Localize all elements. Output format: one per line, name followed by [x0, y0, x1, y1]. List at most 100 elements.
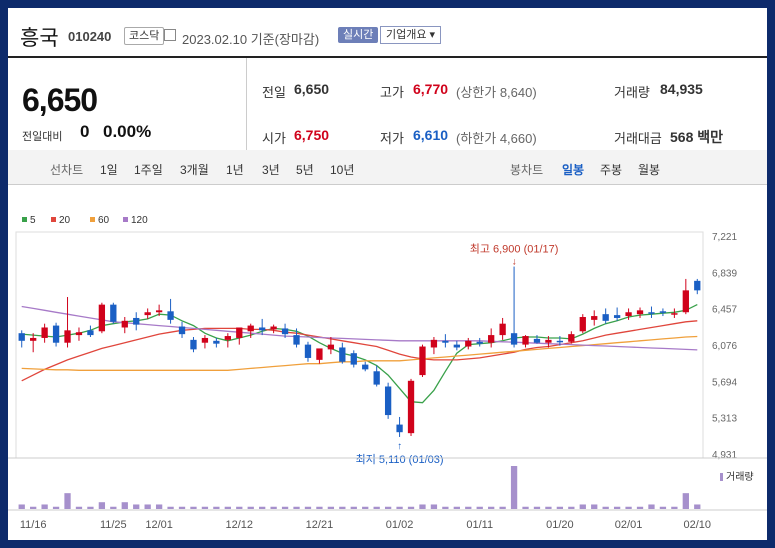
legend-label: 120: [131, 215, 148, 226]
period-10y[interactable]: 10년: [330, 161, 354, 178]
change-percent: 0.00%: [103, 122, 152, 141]
candle-body: [568, 334, 575, 342]
volume-bar: [236, 506, 243, 509]
candle-body: [98, 304, 106, 332]
candle-body: [224, 336, 231, 340]
candle-body: [304, 344, 312, 358]
candle-weekly[interactable]: 주봉: [600, 161, 622, 178]
candle-body: [682, 290, 689, 313]
volume-bar: [648, 504, 655, 509]
period-3m[interactable]: 3개월: [180, 161, 209, 178]
market-badge: 코스닥: [124, 27, 165, 45]
candle-body: [671, 313, 678, 315]
candle-body: [87, 330, 94, 336]
candle-body: [190, 339, 197, 350]
stock-name: 흥국: [20, 27, 59, 50]
candle-body: [407, 380, 415, 434]
candle-body: [648, 312, 655, 314]
candle-body: [316, 348, 323, 360]
realtime-button[interactable]: 실시간: [338, 27, 379, 43]
candle-body: [453, 344, 460, 348]
volume-bar: [98, 502, 106, 509]
stock-code: 010240: [68, 29, 112, 44]
candle-body: [545, 339, 552, 343]
volume-bar: [556, 506, 564, 509]
high-number: 6,770: [413, 81, 449, 97]
basis-text: 기준(장마감): [250, 32, 320, 47]
volume-bar: [476, 506, 483, 509]
candle-body: [533, 338, 541, 343]
min-annotation: 최저 5,110 (01/03): [356, 453, 444, 466]
candle-body: [694, 280, 701, 291]
y-tick-label: 4,931: [712, 450, 737, 461]
volume-bar: [293, 506, 300, 509]
candle-body: [396, 424, 403, 433]
candle-body: [30, 337, 37, 341]
volume-bar: [362, 506, 369, 509]
company-overview-dropdown[interactable]: 기업개요 ▾: [380, 26, 442, 44]
volume-bar: [465, 506, 472, 509]
volume-value: 84,935: [660, 81, 703, 97]
volume-bar: [430, 504, 438, 509]
high-label: 고가: [380, 85, 404, 100]
volume-bar: [694, 504, 701, 509]
x-tick-label: 02/10: [684, 519, 712, 531]
x-tick-label: 12/21: [306, 519, 334, 531]
candle-body: [625, 312, 632, 317]
candle-body: [52, 325, 60, 343]
candle-body: [362, 364, 369, 370]
volume-bar: [259, 506, 266, 509]
candle-body: [499, 323, 506, 336]
low-number: 6,610: [413, 127, 449, 143]
candle-body: [476, 341, 483, 344]
min-arrow-icon: ↑: [397, 441, 402, 452]
candle-body: [419, 346, 426, 376]
candle-body: [556, 340, 564, 343]
volume-bar: [522, 506, 529, 509]
period-1w[interactable]: 1주일: [134, 161, 163, 178]
period-1y[interactable]: 1년: [226, 161, 244, 178]
volume-bar: [327, 506, 335, 509]
period-1d[interactable]: 1일: [100, 161, 118, 178]
volume-bar: [533, 506, 541, 509]
candle-body: [178, 326, 186, 335]
volume-bar: [384, 506, 392, 509]
candle-daily[interactable]: 일봉: [562, 161, 584, 178]
volume-bar: [190, 506, 197, 509]
x-tick-label: 12/01: [145, 519, 173, 531]
candle-body: [18, 333, 25, 341]
x-tick-label: 01/20: [546, 519, 574, 531]
open-number: 6,750: [294, 127, 330, 143]
candle-body: [259, 327, 266, 331]
candle-body: [270, 326, 277, 330]
summary-separator: [246, 58, 247, 150]
volume-number: 84,935: [660, 81, 703, 97]
upper-limit: (상한가 8,640): [456, 85, 537, 100]
y-tick-label: 6,457: [712, 305, 737, 316]
ma-line-20: [21, 320, 698, 382]
volume-bar: [110, 506, 117, 509]
volume-bar: [510, 466, 518, 509]
period-3y[interactable]: 3년: [262, 161, 280, 178]
prev-close-label: 전일: [262, 85, 286, 100]
high-value: 6,770: [413, 81, 448, 97]
candle-body: [327, 344, 335, 350]
candle-monthly[interactable]: 월봉: [638, 161, 660, 178]
candle-body: [602, 314, 609, 321]
candle-chart-label: 봉차트: [510, 163, 544, 177]
legend-swatch: [51, 217, 56, 222]
legend-swatch: [22, 217, 27, 222]
price-summary: 6,650 전일대비 0 0.00% 전일 6,650 고가 6,770 (상한…: [8, 58, 767, 151]
candlestick-chart[interactable]: 5 20 60 120 7,221 6,839 6,457 6,076 5,694 5,313 4,…: [8, 184, 767, 540]
volume-bar: [442, 506, 449, 509]
y-tick-label: 6,076: [712, 341, 737, 352]
date-value: 2023.02.10: [182, 32, 248, 47]
legend-label: 60: [98, 215, 110, 226]
period-5y[interactable]: 5년: [296, 161, 314, 178]
candle-body: [213, 340, 220, 344]
volume-bar: [407, 506, 415, 509]
volume-bar: [87, 506, 94, 509]
volume-bar: [155, 504, 163, 509]
volume-bar: [396, 506, 403, 509]
volume-bar: [41, 504, 48, 509]
